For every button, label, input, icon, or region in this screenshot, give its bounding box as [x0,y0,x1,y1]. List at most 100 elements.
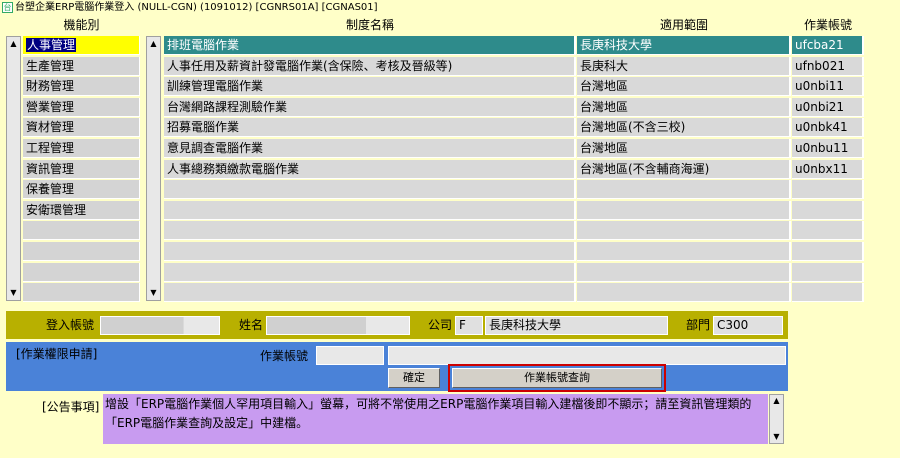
system-name-cell [164,180,576,200]
confirm-button[interactable]: 確定 [388,368,440,388]
function-item-label: 生產管理 [26,58,75,73]
function-item[interactable]: 生產管理 [23,56,140,76]
function-item[interactable]: 人事管理 [23,36,140,55]
table-row[interactable] [164,221,864,241]
table-row[interactable]: 招募電腦作業 台灣地區(不含三校) u0nbk41 [164,118,864,138]
function-item[interactable] [23,262,140,282]
table-row[interactable]: 人事總務類繳款電腦作業 台灣地區(不含輔商海運) u0nbx11 [164,159,864,179]
system-name-cell: 訓練管理電腦作業 [164,77,576,97]
name-field [266,316,410,335]
account-cell: u0nbk41 [792,118,864,138]
table-row[interactable] [164,180,864,200]
scope-cell: 台灣地區 [577,97,791,117]
scroll-down-arrow-icon[interactable]: ▼ [147,286,160,300]
scroll-down-arrow-icon[interactable]: ▼ [7,286,20,300]
function-item-label: 安衛環管理 [26,202,87,217]
header-function: 機能別 [63,18,100,32]
app-icon: 台 [2,2,13,13]
table-row[interactable]: 意見調查電腦作業 台灣地區 u0nbu11 [164,139,864,158]
notice-label: [公告事項] [42,400,100,414]
company-name-field: 長庚科技大學 [485,316,668,335]
system-name-cell: 人事總務類繳款電腦作業 [164,159,576,179]
function-item[interactable]: 營業管理 [23,97,140,117]
function-item-label: 營業管理 [26,99,75,114]
window-title: 台塑企業ERP電腦作業登入 (NULL-CGN) (1091012) [CGNR… [15,2,378,13]
account-cell [792,221,864,241]
scroll-up-arrow-icon[interactable]: ▲ [770,395,783,407]
scope-cell [577,262,791,282]
scroll-down-arrow-icon[interactable]: ▼ [770,431,783,443]
account-cell: u0nbi11 [792,77,864,97]
system-name-cell: 招募電腦作業 [164,118,576,138]
scope-cell: 長庚科技大學 [577,36,791,55]
table-row[interactable] [164,200,864,220]
function-item[interactable] [23,221,140,241]
account-cell [792,262,864,282]
scope-cell: 台灣地區 [577,77,791,97]
function-item[interactable] [23,241,140,261]
table-row[interactable] [164,242,864,261]
notice-text: 增設「ERP電腦作業個人罕用項目輸入」螢幕，可將不常使用之ERP電腦作業項目輸入… [103,394,768,444]
table-row[interactable] [164,283,864,303]
table-row[interactable] [164,262,864,282]
system-name-cell: 意見調查電腦作業 [164,139,576,158]
system-name-cell: 人事任用及薪資計發電腦作業(含保險、考核及晉級等) [164,56,576,76]
scope-cell: 台灣地區 [577,139,791,158]
scope-cell: 長庚科大 [577,56,791,76]
window-title-bar: 台 台塑企業ERP電腦作業登入 (NULL-CGN) (1091012) [CG… [0,0,900,15]
system-name-cell [164,262,576,282]
permission-description-field [388,346,786,365]
function-list: 人事管理生產管理財務管理營業管理資材管理工程管理資訊管理 保養管理安衛環管理 [23,36,140,304]
name-label: 姓名 [239,318,264,332]
function-list-scrollbar[interactable]: ▲ ▼ [6,36,21,301]
system-name-cell: 台灣網路課程測驗作業 [164,97,576,117]
function-item-label: 人事管理 [26,38,77,52]
account-cell [792,200,864,220]
header-system-name: 制度名稱 [345,18,394,32]
account-cell: u0nbi21 [792,97,864,117]
scope-cell [577,180,791,200]
account-cell: ufcba21 [792,36,864,55]
system-name-cell [164,242,576,261]
notice-panel: [公告事項] 增設「ERP電腦作業個人罕用項目輸入」螢幕，可將不常使用之ERP電… [6,392,788,448]
login-info-bar: 登入帳號 姓名 公司 F 長庚科技大學 部門 C300 [6,311,788,339]
scope-cell [577,221,791,241]
highlight-box [448,364,666,392]
table-row[interactable]: 人事任用及薪資計發電腦作業(含保險、考核及晉級等) 長庚科大 ufnb021 [164,56,864,76]
function-item[interactable]: 保養管理 [23,180,140,200]
system-name-cell: 排班電腦作業 [164,36,576,55]
header-scope: 適用範圍 [659,18,708,32]
table-row[interactable]: 訓練管理電腦作業 台灣地區 u0nbi11 [164,77,864,97]
function-item[interactable]: 安衛環管理 [23,200,140,220]
scope-cell [577,242,791,261]
function-item[interactable] [23,283,140,303]
table-row[interactable]: 排班電腦作業 長庚科技大學 ufcba21 [164,36,864,55]
notice-scrollbar[interactable]: ▲ ▼ [769,394,784,444]
system-name-cell [164,200,576,220]
account-cell [792,283,864,303]
function-item-label: 財務管理 [26,79,75,94]
account-cell: ufnb021 [792,56,864,76]
permission-account-input[interactable] [316,346,384,365]
account-cell: u0nbx11 [792,159,864,179]
system-list-scrollbar[interactable]: ▲ ▼ [146,36,161,301]
function-item[interactable]: 工程管理 [23,138,140,158]
function-item[interactable]: 資訊管理 [23,159,140,179]
permission-title: [作業權限申請] [16,347,98,361]
system-name-cell [164,221,576,241]
system-name-cell [164,283,576,303]
company-label: 公司 [428,318,453,332]
permission-account-label: 作業帳號 [260,349,309,363]
account-cell: u0nbu11 [792,139,864,158]
company-code-field: F [455,316,483,335]
scope-cell: 台灣地區(不含輔商海運) [577,159,791,179]
function-item[interactable]: 資材管理 [23,118,140,138]
table-row[interactable]: 台灣網路課程測驗作業 台灣地區 u0nbi21 [164,97,864,117]
function-item-label: 工程管理 [26,140,75,155]
account-cell [792,180,864,200]
login-account-label: 登入帳號 [46,318,95,332]
scroll-up-arrow-icon[interactable]: ▲ [7,37,20,51]
account-cell [792,242,864,261]
scroll-up-arrow-icon[interactable]: ▲ [147,37,160,51]
function-item[interactable]: 財務管理 [23,77,140,97]
